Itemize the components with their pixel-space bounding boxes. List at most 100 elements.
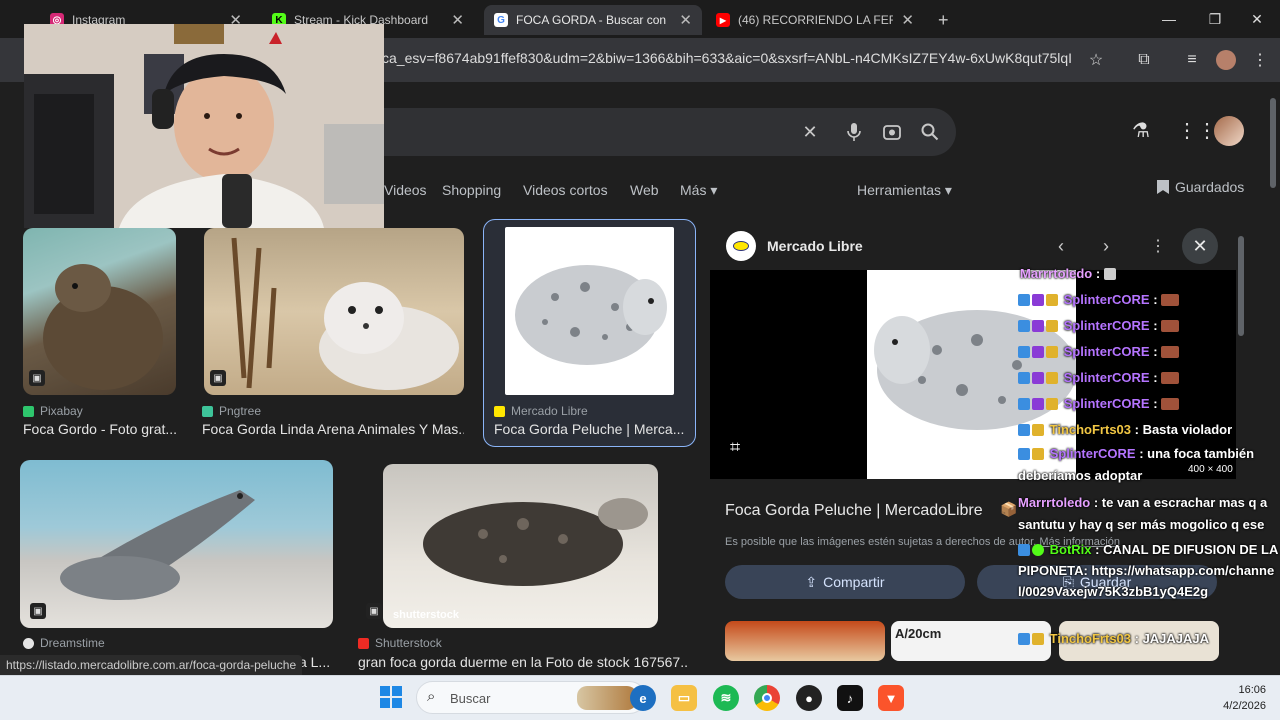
taskbar-search[interactable]: ⌕ Buscar: [416, 681, 646, 714]
system-clock[interactable]: 16:06 4/2/2026: [1223, 682, 1266, 714]
windows-start-icon[interactable]: [380, 686, 402, 708]
tab-videos-cortos[interactable]: Videos cortos: [523, 182, 608, 198]
image-badge-icon: ▣: [366, 603, 382, 619]
chat-message: SplinterCORE :: [1018, 313, 1280, 339]
next-icon[interactable]: ›: [1103, 236, 1109, 257]
close-tab-icon[interactable]: ✕: [679, 11, 692, 29]
chat-message: Marrrtoledo : te van a escrachar mas q a…: [1018, 492, 1280, 536]
labs-flask-icon[interactable]: ⚗: [1132, 118, 1150, 143]
edge-icon[interactable]: e: [630, 685, 656, 711]
saved-button[interactable]: Guardados: [1157, 179, 1244, 195]
profile-avatar[interactable]: [1214, 48, 1238, 72]
result-caption[interactable]: gran foca gorda duerme en la Foto de sto…: [358, 654, 688, 670]
chat-username: SplinterCORE: [1063, 344, 1150, 359]
badge-icon: [1032, 320, 1044, 332]
tab-web[interactable]: Web: [630, 182, 659, 198]
badge-icon: [1046, 346, 1058, 358]
more-label: Más: [680, 182, 707, 198]
result-caption[interactable]: Foca Gorda Peluche | Merca...: [494, 421, 684, 437]
extensions-icon[interactable]: ⧉: [1132, 48, 1156, 72]
close-tab-icon[interactable]: ✕: [901, 11, 914, 29]
result-image-3[interactable]: [505, 227, 674, 395]
chrome-icon[interactable]: [754, 685, 780, 711]
chat-text: :: [1149, 396, 1162, 411]
chat-username: SplinterCORE: [1063, 396, 1150, 411]
tab-shopping[interactable]: Shopping: [442, 182, 501, 198]
tab-videos[interactable]: Videos: [384, 182, 427, 198]
panel-title[interactable]: Foca Gorda Peluche | MercadoLibre: [725, 502, 983, 520]
related-label: A/20cm: [895, 626, 942, 641]
panel-site-name[interactable]: Mercado Libre: [767, 238, 863, 254]
tiktok-icon[interactable]: ♪: [837, 685, 863, 711]
account-avatar[interactable]: [1214, 116, 1244, 146]
pngtree-icon: [202, 405, 213, 417]
tools-label: Herramientas: [857, 182, 942, 198]
badge-icon: [1018, 346, 1030, 358]
result-image-2[interactable]: [204, 228, 464, 395]
notice-text: Es posible que las imágenes estén sujeta…: [725, 536, 1037, 548]
chat-username: SplinterCORE: [1063, 318, 1150, 333]
result-source: Pixabay: [23, 404, 83, 418]
chat-text: :: [1149, 292, 1162, 307]
tab-google-search[interactable]: G FOCA GORDA - Buscar con Goo ✕: [484, 5, 702, 35]
result-image-5[interactable]: [383, 464, 658, 628]
emote-icon: [1103, 268, 1116, 280]
badge-icon: [1046, 372, 1058, 384]
close-panel-icon[interactable]: ✕: [1182, 228, 1218, 264]
chat-message: BotRix : CANAL DE DIFUSION DE LA PIPONET…: [1018, 539, 1280, 602]
address-bar[interactable]: ca_esv=f8674ab91ffef830&udm=2&biw=1366&b…: [382, 50, 1072, 66]
brave-icon[interactable]: ▼: [878, 685, 904, 711]
restore-icon[interactable]: ❐: [1192, 0, 1238, 38]
source-label: Pngtree: [219, 404, 262, 418]
chat-username: SplinterCORE: [1049, 446, 1136, 461]
window-close-icon[interactable]: ✕: [1234, 0, 1280, 38]
search-icon[interactable]: [918, 120, 942, 144]
badge-icon: [1032, 346, 1044, 358]
dreamstime-icon: [23, 637, 34, 649]
result-caption[interactable]: Foca Gordo - Foto grat...: [23, 421, 178, 437]
bookmark-star-icon[interactable]: ☆: [1084, 48, 1108, 72]
clock-time: 16:06: [1238, 684, 1266, 696]
search-input[interactable]: [370, 108, 956, 156]
chevron-down-icon: ▾: [944, 182, 952, 198]
search-icon: ⌕: [427, 688, 436, 705]
close-tab-icon[interactable]: ✕: [451, 11, 464, 29]
more-options-icon[interactable]: ⋮: [1150, 236, 1166, 256]
lens-icon[interactable]: [880, 120, 904, 144]
spotify-icon[interactable]: ≋: [713, 685, 739, 711]
tab-more[interactable]: Más ▾: [680, 182, 717, 199]
result-image-4[interactable]: [20, 460, 333, 628]
file-explorer-icon[interactable]: ▭: [671, 685, 697, 711]
chat-text: :: [1149, 344, 1162, 359]
obs-icon[interactable]: ●: [796, 685, 822, 711]
tools-button[interactable]: Herramientas ▾: [857, 182, 952, 199]
badge-icon: [1018, 544, 1030, 556]
chat-text: :: [1092, 266, 1104, 281]
clear-search-icon[interactable]: ✕: [798, 120, 822, 144]
emote-icon: [1161, 320, 1180, 332]
badge-icon: [1032, 294, 1044, 306]
saved-label: Guardados: [1175, 179, 1245, 195]
apps-grid-icon[interactable]: ⋮⋮: [1177, 118, 1217, 143]
result-caption[interactable]: Foca Gorda Linda Arena Animales Y Mas...: [202, 421, 464, 437]
related-image-1[interactable]: [725, 621, 885, 661]
page-scrollbar[interactable]: [1270, 98, 1276, 188]
mercadolibre-logo-icon: [726, 231, 756, 261]
menu-icon[interactable]: ⋮: [1248, 48, 1272, 72]
tab-youtube[interactable]: ▶ (46) RECORRIENDO LA FERIA M ✕: [706, 5, 924, 35]
media-icon[interactable]: ≡: [1180, 48, 1204, 72]
lens-search-icon[interactable]: ⌗: [730, 437, 740, 458]
emote-icon: [1161, 398, 1180, 410]
share-button[interactable]: ⇪ Compartir: [725, 565, 965, 599]
new-tab-button[interactable]: +: [928, 5, 958, 35]
tab-title: (46) RECORRIENDO LA FERIA M: [738, 13, 894, 27]
clock-date: 4/2/2026: [1223, 700, 1266, 712]
minimize-icon[interactable]: —: [1146, 0, 1192, 38]
microphone-icon[interactable]: [842, 120, 866, 144]
previous-icon[interactable]: ‹: [1058, 236, 1064, 257]
shutterstock-watermark: shutterstock: [393, 609, 460, 621]
source-label: Shutterstock: [375, 636, 442, 650]
badge-icon: [1018, 372, 1030, 384]
result-image-1[interactable]: [23, 228, 176, 395]
chat-message: TinchoFrts03 : JAJAJAJA: [1018, 626, 1280, 652]
